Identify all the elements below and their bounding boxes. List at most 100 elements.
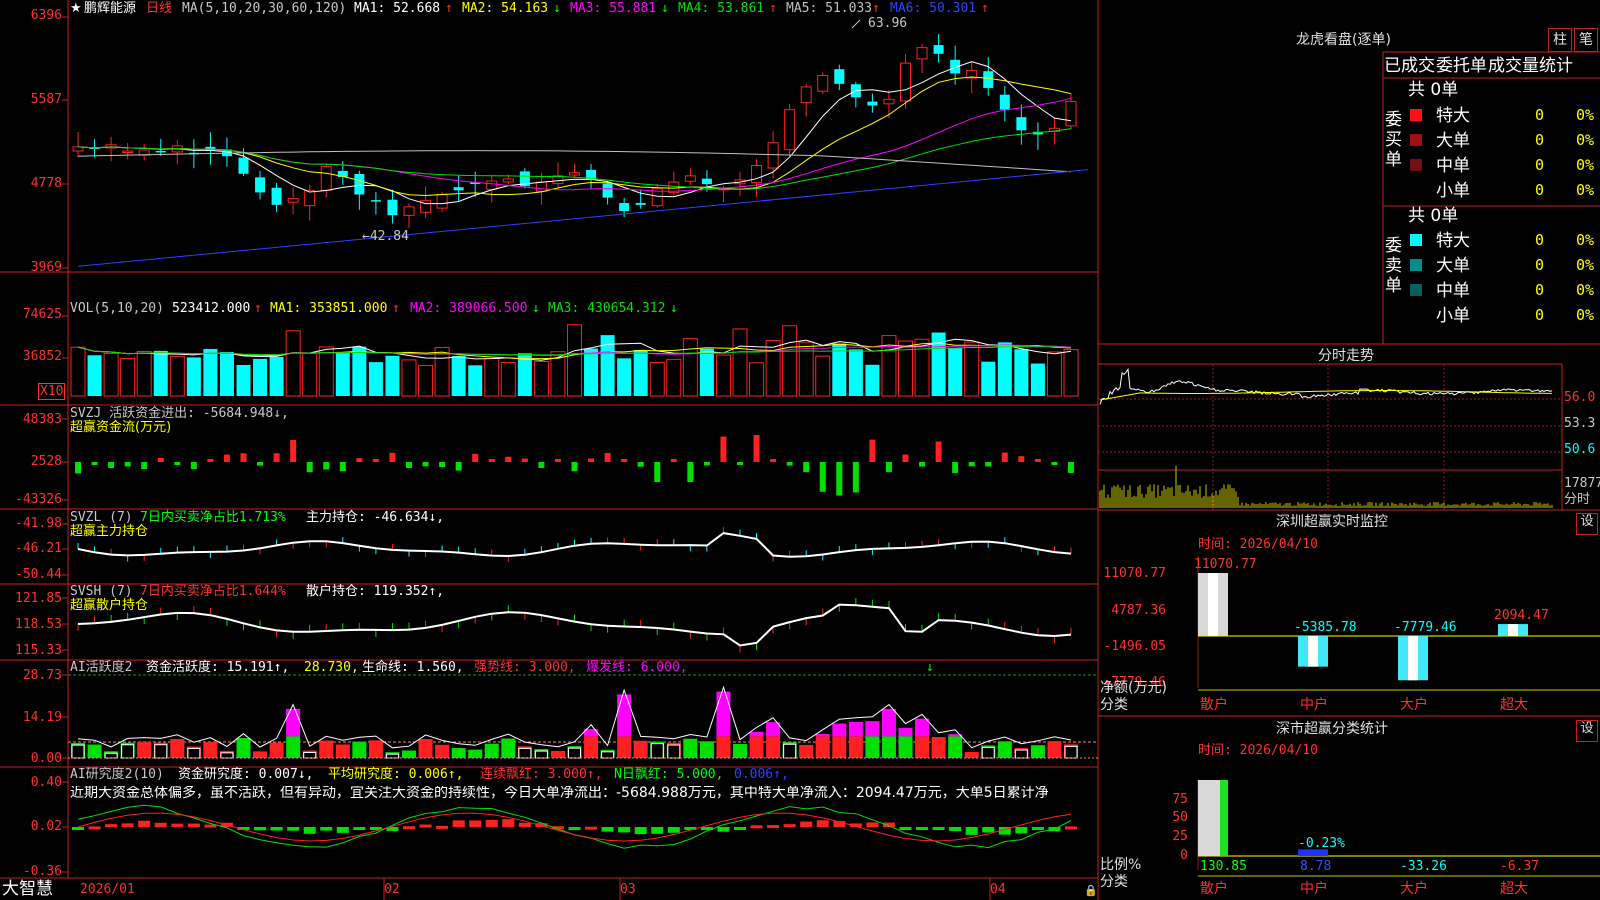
- sz-category-label: 中户: [1300, 697, 1328, 713]
- ai1-signal-arrow: ↓: [926, 660, 934, 675]
- buy-row-percent: 0%: [1576, 181, 1595, 199]
- volume-bar: [1063, 349, 1079, 397]
- volume-bar: [484, 357, 500, 397]
- high-price-pointer: [851, 19, 861, 29]
- activity-bar-top: [915, 718, 930, 737]
- activity-bar-base: [418, 739, 433, 758]
- period-label[interactable]: 日线: [146, 1, 172, 16]
- lock-icon[interactable]: 🔒: [1084, 883, 1098, 898]
- research-bar: [816, 820, 829, 827]
- fund-flow-bar: [124, 462, 131, 467]
- svsh-tick: 118.53: [15, 617, 62, 632]
- research-bar: [800, 821, 813, 827]
- fund-flow-bar: [240, 453, 247, 462]
- ss-xlabel: 分类: [1100, 874, 1128, 890]
- research-bar: [882, 822, 895, 827]
- activity-bar-top: [865, 721, 880, 737]
- ai2-tick: 0.40: [30, 775, 62, 790]
- fund-flow-bar: [786, 462, 793, 466]
- volume-bar: [285, 330, 301, 397]
- buy-row-value: 0: [1534, 156, 1544, 174]
- volume-bar: [451, 356, 466, 396]
- stock-name[interactable]: 鹏辉能源: [84, 1, 136, 16]
- chart-canvas[interactable]: [0, 0, 1600, 900]
- pen-mode-button[interactable]: 笔: [1574, 28, 1598, 52]
- fund-flow-bar: [670, 459, 677, 462]
- sz-bar-highlight: [1408, 636, 1418, 681]
- activity-bar-outline: [1014, 749, 1028, 759]
- fund-flow-bar: [919, 462, 926, 467]
- candle-body: [1065, 100, 1077, 127]
- activity-bar-base: [931, 737, 946, 758]
- activity-bar-base: [269, 742, 284, 758]
- ai1-activity: 资金活跃度: 15.191↑,: [146, 660, 290, 675]
- activity-bar-top: [716, 691, 731, 737]
- volume-bar: [468, 365, 483, 396]
- sell-row-percent: 0%: [1576, 306, 1595, 324]
- research-bar: [303, 827, 316, 834]
- volume-bar: [70, 346, 86, 397]
- vol-ma1-arrow: ↑: [392, 301, 400, 316]
- research-bar: [254, 827, 267, 831]
- intraday-tick: 50.6: [1564, 442, 1596, 457]
- research-bar: [72, 827, 84, 830]
- research-bar: [403, 826, 415, 830]
- sell-color-swatch: [1410, 284, 1422, 296]
- ai2-tick: 0.02: [30, 819, 62, 834]
- research-bar: [618, 827, 631, 833]
- sz-bar-highlight: [1508, 624, 1518, 636]
- ma5-arrow: ↑: [872, 1, 880, 16]
- ai2-nday: N日飘红: 5.000,: [614, 767, 724, 782]
- buy-color-swatch: [1410, 184, 1422, 196]
- fund-flow-bar: [621, 459, 628, 462]
- fund-flow-bar: [703, 462, 710, 466]
- candle-body: [701, 178, 712, 185]
- fund-flow-bar: [505, 456, 512, 462]
- ai2-title: AI研究度2(10): [70, 767, 164, 782]
- tab-filled[interactable]: 已成交: [1384, 56, 1435, 76]
- vol-unit-badge[interactable]: X10: [38, 383, 66, 400]
- research-bar: [187, 823, 200, 827]
- sell-row-value: 0: [1534, 281, 1544, 299]
- ss-tick: 50: [1172, 810, 1188, 825]
- sell-row-name: 中单: [1436, 281, 1470, 301]
- ai2-avg: 平均研究度: 0.006↑,: [328, 767, 464, 782]
- research-bar: [287, 827, 300, 831]
- activity-bar-outline: [650, 743, 664, 759]
- sz-bar-highlight: [1208, 573, 1218, 636]
- fund-flow-bar: [223, 454, 230, 462]
- activity-bar-base: [170, 739, 185, 758]
- candle-body: [122, 150, 134, 154]
- research-bar: [336, 827, 349, 833]
- volume-bar: [253, 358, 268, 396]
- candle-body: [387, 199, 398, 216]
- price-ma-line: [77, 169, 1089, 267]
- ai1-lifeline: 生命线: 1.560,: [362, 660, 464, 675]
- svzl-tick: -41.98: [15, 516, 62, 531]
- ss-settings-button[interactable]: 设: [1576, 720, 1598, 742]
- vol-value: 523412.000: [172, 301, 251, 316]
- ss-bar-secondary: [1220, 780, 1228, 856]
- sz-settings-button[interactable]: 设: [1576, 513, 1598, 535]
- fund-flow-bar: [687, 462, 694, 482]
- bar-mode-button[interactable]: 柱: [1548, 28, 1572, 52]
- fund-flow-bar: [174, 462, 181, 465]
- fund-flow-bar: [588, 458, 595, 462]
- ai1-burstline: 爆发线: 6.000,: [586, 660, 688, 675]
- fund-flow-bar: [290, 439, 297, 462]
- candle-body: [767, 142, 779, 169]
- sz-value-label: -7779.46: [1394, 620, 1457, 635]
- candle-body: [287, 198, 299, 203]
- activity-bar-top: [898, 727, 913, 737]
- sell-row-percent: 0%: [1576, 231, 1595, 249]
- tab-volume-stats[interactable]: 成交量统计: [1488, 56, 1573, 76]
- fund-flow-bar: [968, 462, 975, 467]
- tab-orders[interactable]: 委托单: [1436, 56, 1487, 76]
- candle-body: [916, 47, 928, 60]
- activity-bar-base: [468, 749, 483, 758]
- candle-body: [800, 86, 812, 104]
- brand-logo: 大智慧: [2, 879, 53, 899]
- candle-body: [370, 200, 381, 202]
- activity-bar-base: [915, 736, 930, 758]
- intraday-title[interactable]: 分时走势: [1318, 349, 1374, 364]
